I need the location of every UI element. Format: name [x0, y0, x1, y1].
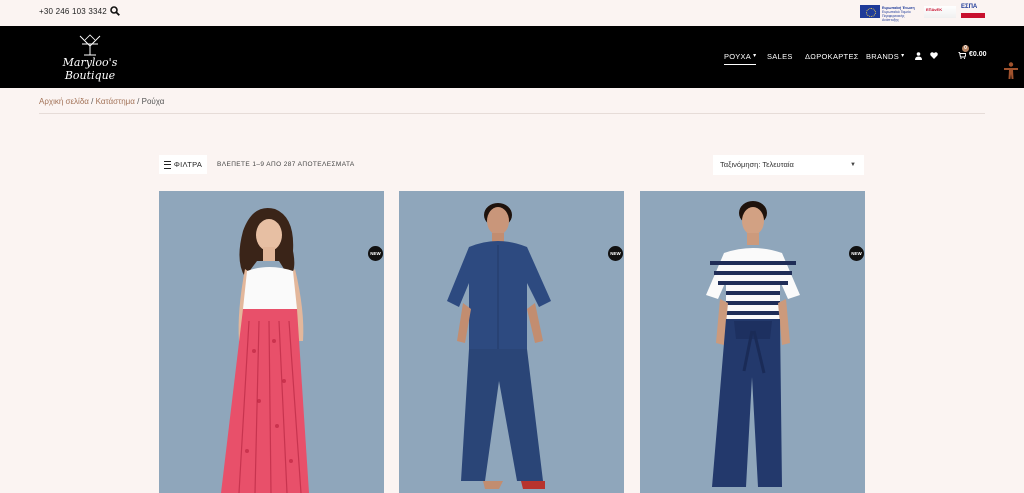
product-image	[640, 191, 865, 493]
main-header: Maryloo's Boutique ΡΟΥΧΑ ▾ SALES ΔΩΡΟΚΑΡΤ…	[0, 26, 1024, 88]
breadcrumb-shop[interactable]: Κατάστημα	[96, 97, 135, 106]
search-icon[interactable]	[110, 6, 120, 16]
sort-value: Ταξινόμηση: Τελευταία	[720, 160, 794, 169]
divider	[39, 113, 985, 114]
phone-number[interactable]: +30 246 103 3342	[39, 7, 107, 16]
new-badge: NEW	[608, 246, 623, 261]
nav-item-clothes[interactable]: ΡΟΥΧΑ ▾	[724, 52, 757, 65]
eu-funding-logos[interactable]: Ευρωπαϊκή Ένωση Ευρωπαϊκό Ταμείο Περιφερ…	[860, 4, 986, 22]
breadcrumb-current: Ρούχα	[141, 97, 165, 106]
nav-item-brands[interactable]: BRANDS ▾	[866, 52, 904, 61]
filter-icon	[163, 161, 171, 170]
product-card[interactable]: NEW	[640, 191, 865, 493]
espa-logo: ΕΣΠΑ	[961, 4, 985, 20]
cart-total: €0.00	[969, 51, 987, 58]
epanek-logo: ΕΠΑνΕΚ	[924, 6, 956, 18]
product-card[interactable]: NEW	[159, 191, 384, 493]
product-image	[159, 191, 384, 493]
product-card[interactable]: NEW	[399, 191, 624, 493]
new-badge: NEW	[368, 246, 383, 261]
sort-select[interactable]: Ταξινόμηση: Τελευταία ▼	[713, 155, 864, 175]
nav-label-brands: BRANDS	[866, 52, 900, 61]
eu-funding-text: Ευρωπαϊκή Ένωση Ευρωπαϊκό Ταμείο Περιφερ…	[882, 6, 920, 22]
breadcrumb-home[interactable]: Αρχική σελίδα	[39, 97, 89, 106]
site-logo[interactable]: Maryloo's Boutique	[38, 34, 142, 82]
new-badge: NEW	[849, 246, 864, 261]
nav-item-sales[interactable]: SALES	[767, 52, 793, 61]
nav-item-giftcards[interactable]: ΔΩΡΟΚΑΡΤΕΣ	[805, 52, 859, 61]
eu-subtitle: Ευρωπαϊκό Ταμείο Περιφερειακής Ανάπτυξης	[882, 10, 911, 22]
eu-flag-icon	[860, 5, 880, 18]
logo-text: Maryloo's Boutique	[62, 56, 118, 82]
nav-label-sales: SALES	[767, 52, 793, 61]
user-icon[interactable]	[915, 52, 922, 60]
cart-icon	[958, 52, 966, 59]
product-image	[399, 191, 624, 493]
nav-label-clothes: ΡΟΥΧΑ	[724, 52, 752, 61]
chevron-down-icon: ▾	[753, 53, 757, 59]
filter-button[interactable]: ΦΙΛΤΡΑ	[159, 155, 207, 174]
chevron-down-icon: ▼	[850, 162, 856, 168]
filter-label: ΦΙΛΤΡΑ	[173, 160, 203, 169]
espa-label: ΕΣΠΑ	[961, 4, 978, 10]
heart-icon[interactable]	[930, 52, 938, 59]
top-garment	[243, 267, 297, 312]
breadcrumb: Αρχική σελίδα / Κατάστημα / Ρούχα	[39, 97, 164, 106]
result-count: ΒΛΕΠΕΤΕ 1–9 ΑΠΟ 287 ΑΠΟΤΕΛΕΣΜΑΤΑ	[217, 161, 355, 168]
top-utility-bar: +30 246 103 3342 Ευρωπαϊκή Ένωση Ευρωπαϊ…	[0, 0, 1024, 26]
nav-label-giftcards: ΔΩΡΟΚΑΡΤΕΣ	[805, 52, 859, 61]
chevron-down-icon: ▾	[901, 53, 905, 59]
accessibility-icon[interactable]	[1003, 62, 1019, 80]
cart-count-badge: 0	[962, 45, 969, 52]
logo-monogram-icon	[79, 34, 101, 56]
